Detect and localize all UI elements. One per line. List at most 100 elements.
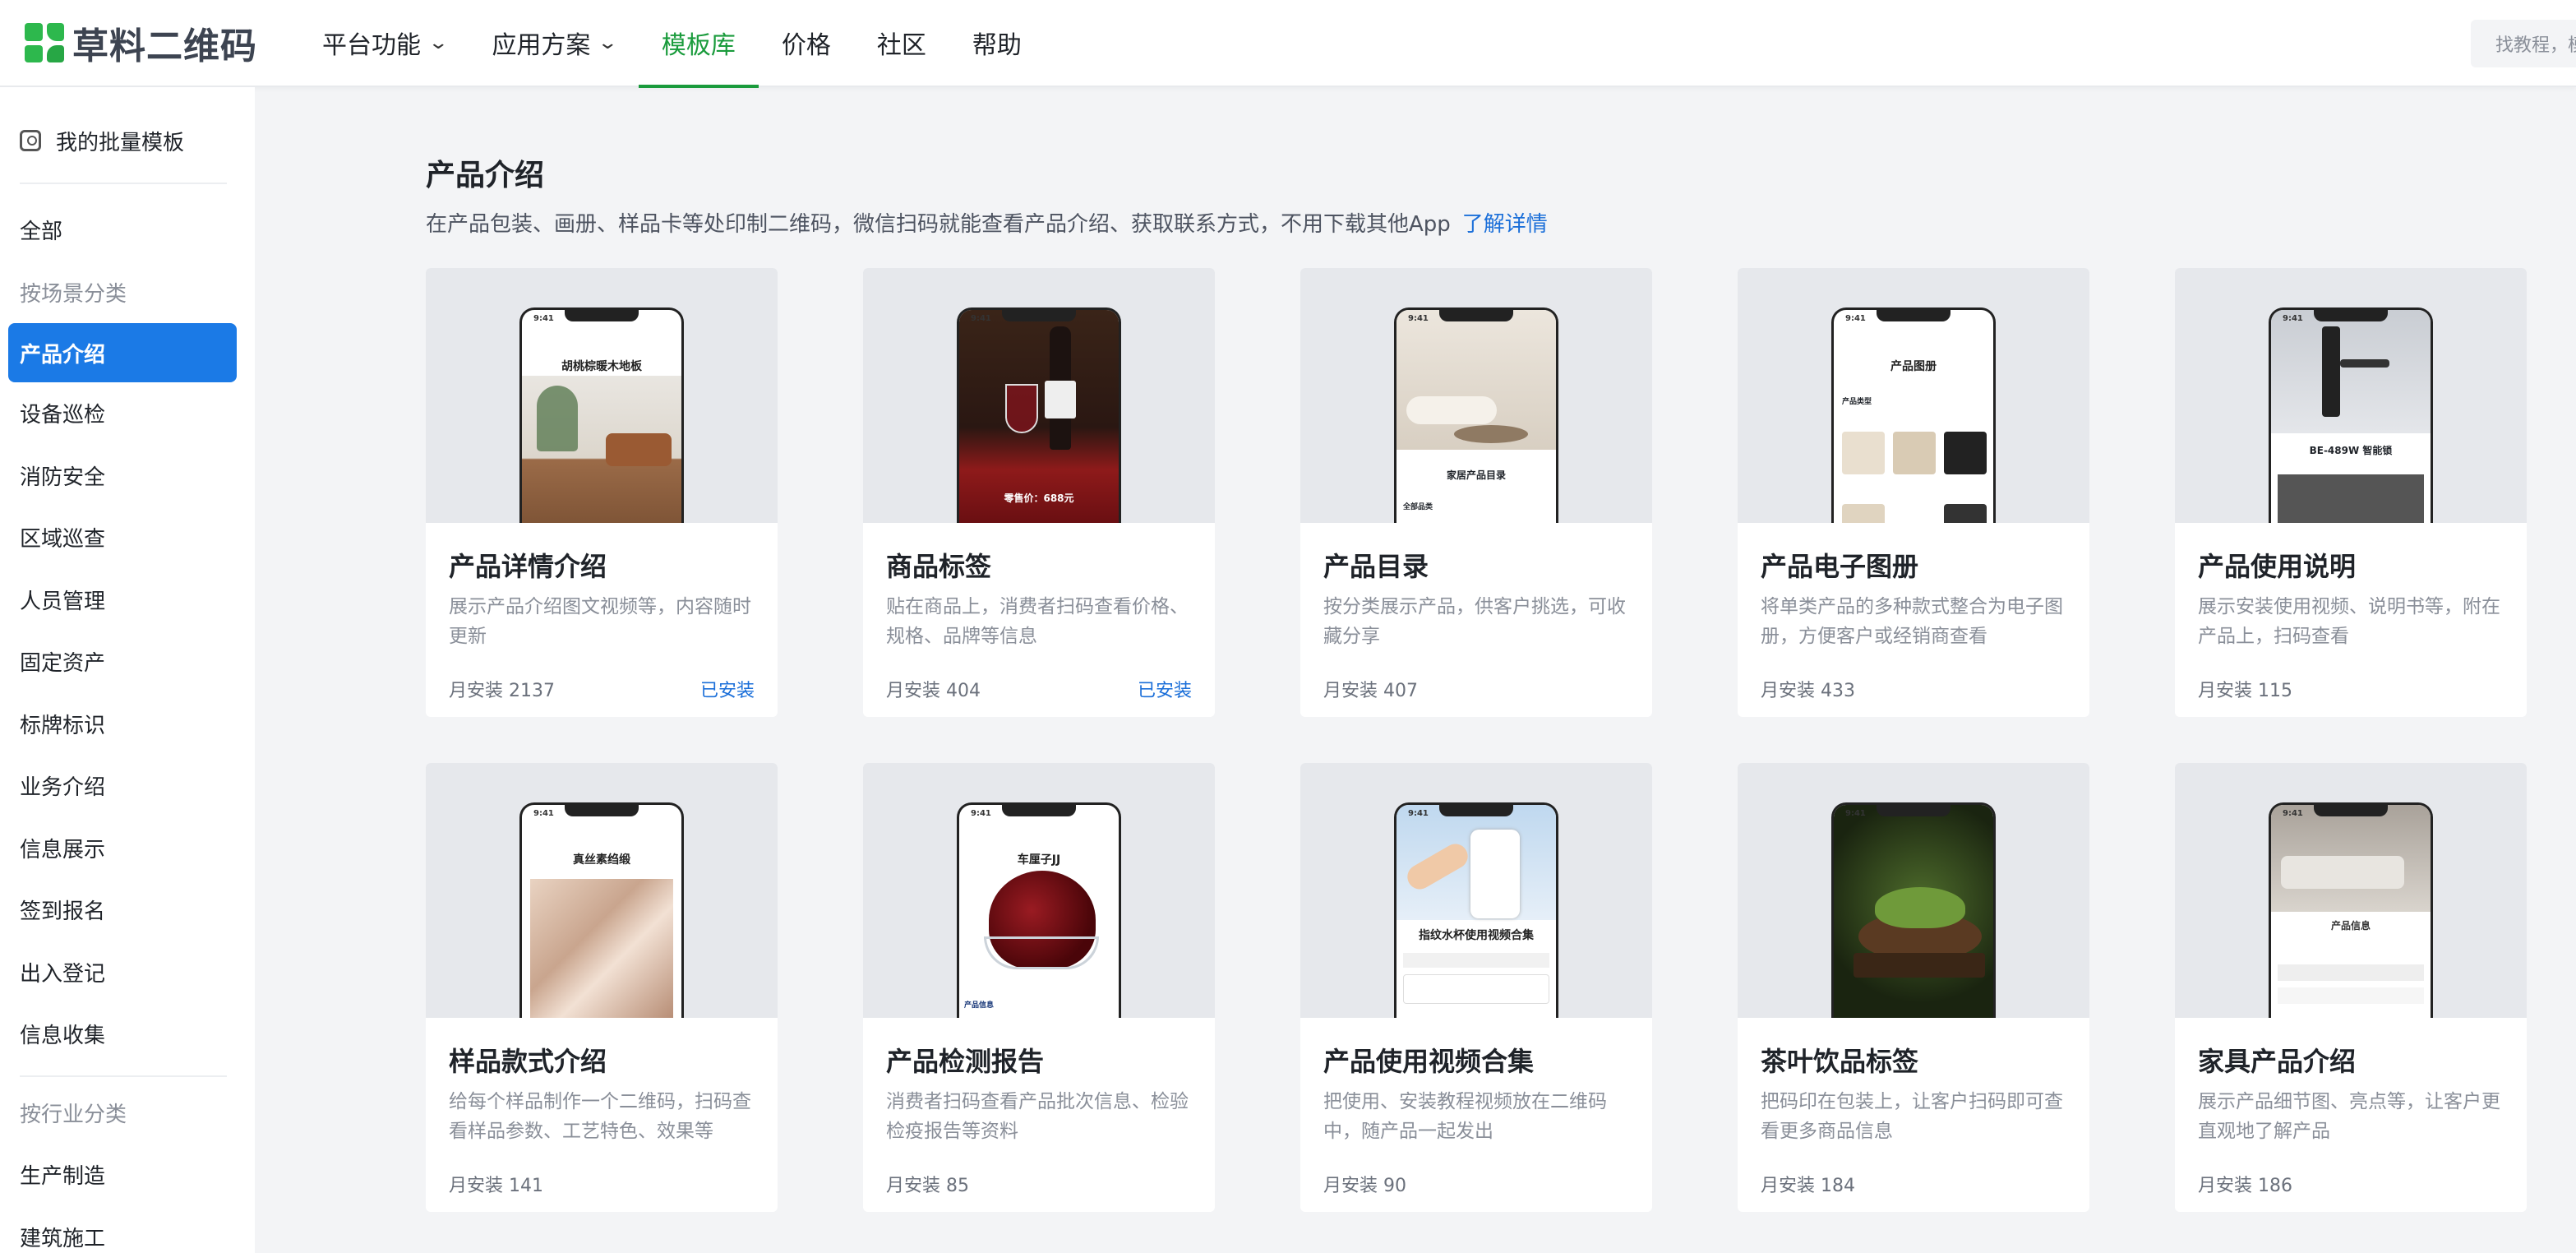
template-card[interactable]: 9:41 指纹水杯使用视频合集产品使用视频合集把使用、安装教程视频放在二维码中，随… [1300, 763, 1652, 1212]
brand-logo[interactable]: 草料二维码 [25, 16, 263, 69]
sidebar-item[interactable]: 生产制造 [0, 1144, 255, 1206]
template-card-title: 产品检测报告 [886, 1046, 1045, 1077]
my-batch-templates-label: 我的批量模板 [56, 130, 185, 155]
monthly-installs: 月安装 433 [1761, 681, 1855, 701]
sidebar-item[interactable]: 区域巡查 [0, 506, 255, 569]
phone-mockup: 9:41 真丝素绉缎 [519, 802, 684, 1018]
template-card[interactable]: 9:41 家居产品目录 全部品类产品目录按分类展示产品，供客户挑选，可收藏分享月安装… [1300, 268, 1652, 717]
sidebar-item[interactable]: 设备巡检 [0, 382, 255, 445]
template-card[interactable]: 9:41 产品信息 车厘子JJ 产品检测报告 消费者扫码查看产品批次信息、检验检疫报告等… [863, 763, 1215, 1212]
phone-mockup: 9:41 零售价：688元 [957, 307, 1121, 523]
section-description-text: 在产品包装、画册、样品卡等处印制二维码，微信扫码就能查看产品介绍、获取联系方式，… [426, 212, 1451, 237]
template-card-description: 将单类产品的多种款式整合为电子图册，方便客户或经销商查看 [1761, 596, 2063, 647]
phone-mockup: 9:41 BE-489W 智能锁 [2269, 307, 2433, 523]
sidebar-item[interactable]: 人员管理 [0, 569, 255, 631]
template-card-description: 把使用、安装教程视频放在二维码中，随产品一起发出 [1323, 1091, 1607, 1142]
installed-badge: 已安装 [1137, 681, 1192, 701]
brand-name: 草料二维码 [72, 25, 257, 67]
template-card[interactable]: 9:41 真丝素绉缎 样品款式介绍 给每个样品制作一个二维码，扫码查看样品参数、工艺特… [426, 763, 778, 1212]
template-card-title: 茶叶饮品标签 [1761, 1046, 1919, 1077]
template-card-title: 产品详情介绍 [449, 551, 607, 582]
nav-item-5[interactable]: 帮助 [949, 0, 1045, 86]
phone-mockup-title: 真丝素绉缎 [573, 853, 630, 867]
monthly-installs: 月安装 90 [1323, 1176, 1406, 1196]
monthly-installs: 月安装 404 [886, 681, 981, 701]
template-thumbnail: 9:41 指纹水杯使用视频合集 [1300, 763, 1652, 1018]
sidebar-item[interactable]: 产品介绍 [8, 323, 237, 382]
monthly-installs: 月安装 2137 [449, 681, 555, 701]
monthly-installs: 月安装 85 [886, 1176, 969, 1196]
sidebar: 我的批量模板 全部 按场景分类 产品介绍 设备巡检 消防安全 区域巡查 人员管理 固定资产 标牌… [0, 87, 255, 1253]
chevron-down-icon: ⌄ [597, 32, 619, 53]
template-card-title: 产品目录 [1323, 551, 1429, 582]
template-icon [20, 130, 41, 151]
nav-item-0[interactable]: 平台功能 ⌄ [299, 0, 469, 86]
template-card[interactable]: 9:41 零售价：688元 商品标签 贴在商品上，消费者扫码查看价格、规格、品牌等信息… [863, 268, 1215, 717]
sidebar-item[interactable]: 出入登记 [0, 941, 255, 1004]
installed-badge: 已安装 [699, 681, 755, 701]
template-thumbnail: 9:41 家居产品目录 全部品类 [1300, 268, 1652, 523]
template-thumbnail: 9:41 BE-489W 智能锁 [2175, 268, 2527, 523]
template-card-description: 给每个样品制作一个二维码，扫码查看样品参数、工艺特色、效果等 [449, 1091, 751, 1142]
sidebar-item[interactable]: 信息展示 [0, 817, 255, 880]
template-card-title: 产品电子图册 [1761, 551, 1919, 582]
template-thumbnail: 9:41 零售价：688元 [863, 268, 1215, 523]
chevron-down-icon: ⌄ [427, 32, 450, 53]
nav-item-label: 帮助 [972, 31, 1022, 60]
sidebar-list: 全部 按场景分类 产品介绍 设备巡检 消防安全 区域巡查 人员管理 固定资产 标牌标识 业务介绍信… [0, 199, 255, 1066]
monthly-installs: 月安装 407 [1323, 681, 1418, 701]
nav-item-3[interactable]: 价格 [759, 0, 854, 86]
phone-mockup: 9:41 指纹水杯使用视频合集 [1394, 802, 1558, 1018]
sidebar-group-label: 按行业分类 [20, 1102, 127, 1127]
monthly-installs: 月安装 141 [449, 1176, 543, 1196]
nav-item-label: 平台功能 [322, 31, 421, 60]
template-card-title: 产品使用视频合集 [1323, 1046, 1535, 1077]
template-thumbnail: 9:41 产品信息 [2175, 763, 2527, 1018]
sidebar-item[interactable]: 标牌标识 [0, 693, 255, 756]
template-card-description: 贴在商品上，消费者扫码查看价格、规格、品牌等信息 [886, 596, 1189, 647]
sidebar-divider [20, 183, 227, 184]
sidebar-item[interactable]: 信息收集 [0, 1003, 255, 1066]
nav-item-4[interactable]: 社区 [854, 0, 949, 86]
phone-mockup-title: 指纹水杯使用视频合集 [1419, 929, 1534, 942]
template-card[interactable]: 9:41 BE-489W 智能锁产品使用说明展示安装使用视频、说明书等，附在产品上… [2175, 268, 2527, 717]
main-nav: 平台功能 ⌄ 应用方案 ⌄ 模板库 价格 社区 帮助 [299, 0, 1045, 88]
sidebar-item[interactable]: 固定资产 [0, 631, 255, 693]
sidebar-item[interactable]: 全部 [0, 199, 255, 261]
template-card[interactable]: 9:41 产品类型 产品图册产品电子图册将单类产品的多种款式整合为电子图册，方便客户… [1738, 268, 2089, 717]
template-thumbnail: 9:41 胡桃棕暖木地板 [426, 268, 778, 523]
section-description: 在产品包装、画册、样品卡等处印制二维码，微信扫码就能查看产品介绍、获取联系方式，… [426, 207, 1548, 238]
template-thumbnail: 9:41 [1738, 763, 2089, 1018]
sidebar-item[interactable]: 签到报名 [0, 879, 255, 941]
sidebar-item[interactable]: 业务介绍 [0, 755, 255, 817]
phone-mockup-title: 车厘子JJ [1017, 853, 1061, 867]
learn-more-link[interactable]: 了解详情 [1462, 212, 1548, 237]
template-card-description: 展示安装使用视频、说明书等，附在产品上，扫码查看 [2198, 596, 2500, 647]
search-input[interactable]: 找教程，模板… [2471, 20, 2576, 67]
template-card[interactable]: 9:41 产品信息 家具产品介绍 展示产品细节图、亮点等，让客户更直观地了解产品 月安装… [2175, 763, 2527, 1212]
template-card-description: 展示产品细节图、亮点等，让客户更直观地了解产品 [2198, 1091, 2500, 1142]
phone-mockup: 9:41 产品类型 产品图册 [1831, 307, 1996, 523]
nav-item-label: 价格 [781, 31, 831, 60]
phone-mockup: 9:41 产品信息 车厘子JJ [957, 802, 1121, 1018]
sidebar-divider [20, 1075, 227, 1077]
template-card-title: 产品使用说明 [2198, 551, 2357, 582]
template-card-description: 按分类展示产品，供客户挑选，可收藏分享 [1323, 596, 1626, 647]
sidebar-item[interactable]: 建筑施工 [0, 1206, 255, 1253]
template-card[interactable]: 9:41 胡桃棕暖木地板 产品详情介绍 展示产品介绍图文视频等，内容随时更新 月安装 2… [426, 268, 778, 717]
nav-item-2[interactable]: 模板库 [638, 0, 759, 88]
phone-mockup: 9:41 家居产品目录 全部品类 [1394, 307, 1558, 523]
my-batch-templates[interactable]: 我的批量模板 [0, 115, 255, 166]
phone-mockup: 9:41 胡桃棕暖木地板 [519, 307, 684, 523]
template-card[interactable]: 9:41 茶叶饮品标签 把码印在包装上，让客户扫码即可查看更多商品信息 月安装 184 [1738, 763, 2089, 1212]
phone-mockup: 9:41 [1831, 802, 1996, 1018]
template-card-description: 把码印在包装上，让客户扫码即可查看更多商品信息 [1761, 1091, 2063, 1142]
logo-icon [25, 23, 64, 62]
section-title: 产品介绍 [426, 159, 545, 192]
nav-item-label: 模板库 [661, 31, 736, 60]
top-navbar: 草料二维码 平台功能 ⌄ 应用方案 ⌄ 模板库 价格 社区 帮助 找教程，模板… [0, 0, 2576, 88]
nav-item-1[interactable]: 应用方案 ⌄ [469, 0, 638, 86]
sidebar-item[interactable]: 消防安全 [0, 445, 255, 507]
nav-item-label: 应用方案 [492, 31, 591, 60]
monthly-installs: 月安装 186 [2198, 1176, 2292, 1196]
